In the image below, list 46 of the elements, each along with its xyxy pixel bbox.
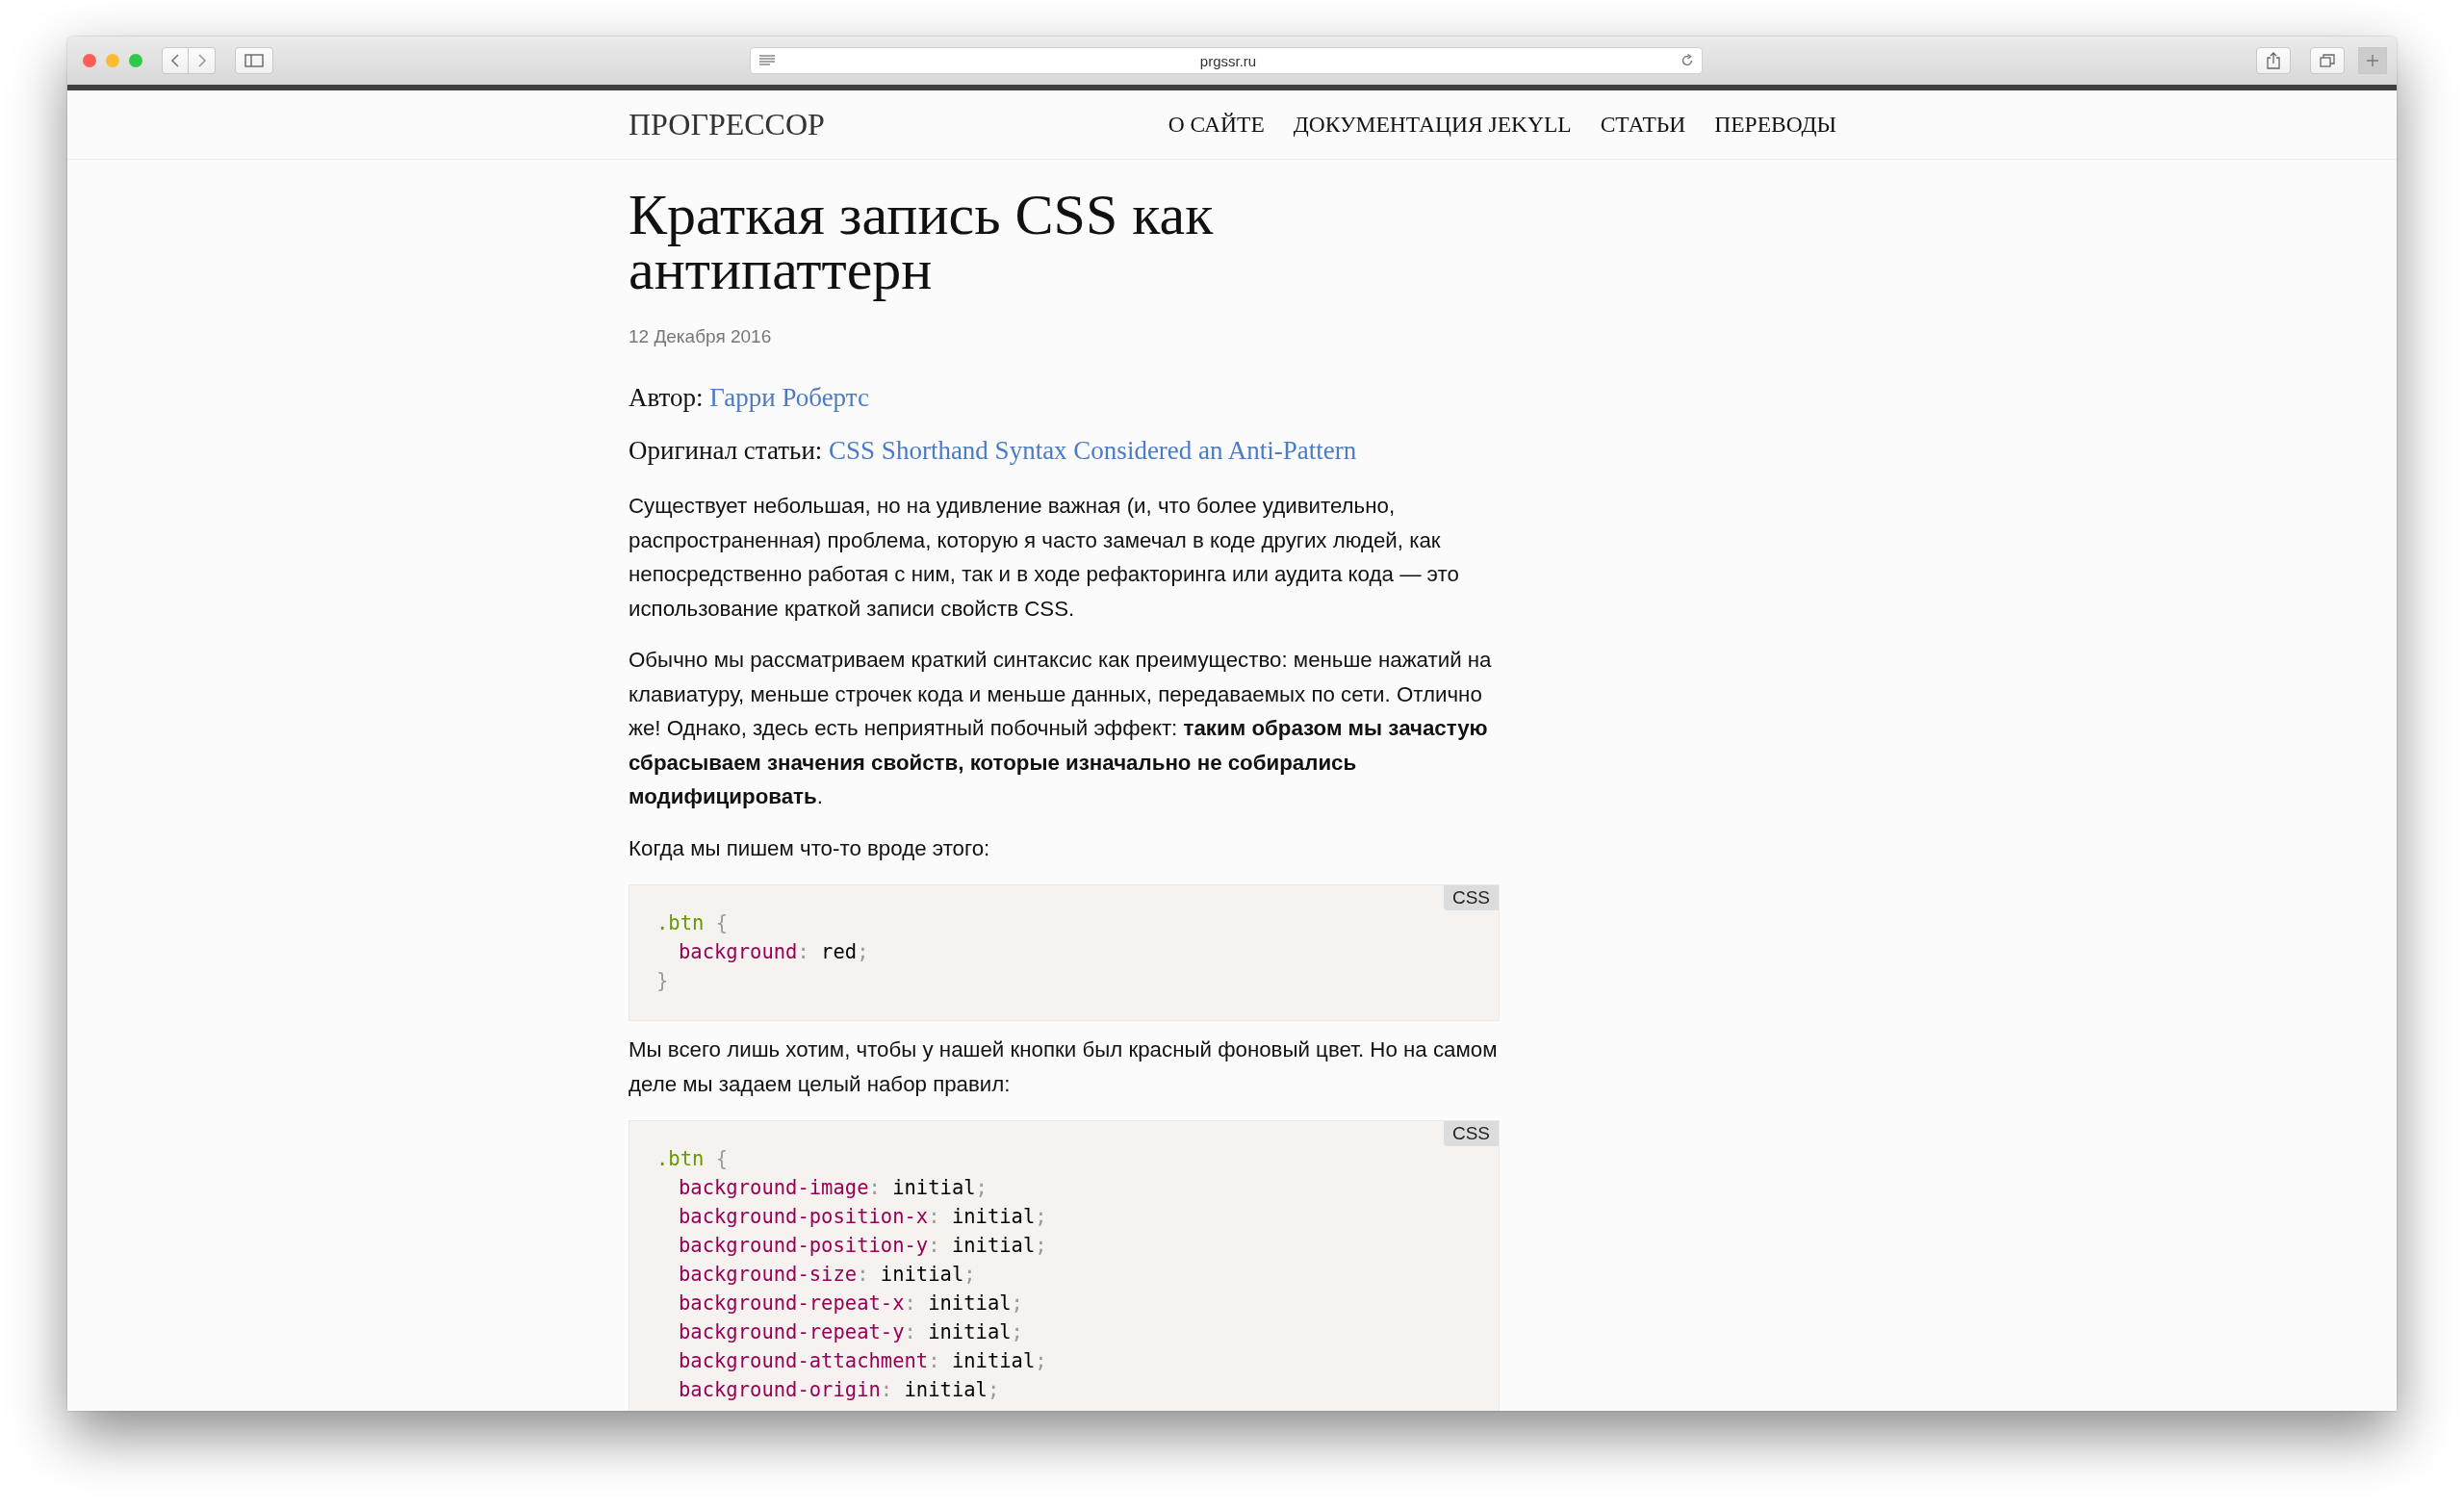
article-date: 12 Декабря 2016: [629, 326, 773, 347]
back-button[interactable]: [162, 47, 189, 74]
code-line: background: red;: [678, 939, 870, 965]
site-logo[interactable]: ПРОГРЕССОР: [629, 107, 825, 142]
code-line: background-position-x: initial;: [678, 1204, 1048, 1230]
nav-link[interactable]: ПЕРЕВОДЫ: [1714, 112, 1836, 138]
share-icon: [2267, 52, 2280, 69]
forward-button[interactable]: [189, 47, 216, 74]
code-line: background-size: initial;: [678, 1262, 977, 1288]
back-icon: [170, 54, 179, 67]
meta-label: Оригинал статьи:: [629, 436, 823, 465]
nav-link[interactable]: СТАТЬИ: [1600, 112, 1686, 138]
paragraph: Существует небольшая, но на удивление важная (и, что более удивительно, распространенная) проблема, которую я часто замечал в коде других людей, как непосредственно работая с ним, так и в ходе рефакторинга или аудита кода — это использование краткой записи свойств CSS.: [629, 493, 1460, 623]
sidebar-icon: [244, 54, 264, 67]
reader-icon[interactable]: [758, 55, 776, 66]
plus-icon: [2366, 54, 2379, 67]
code-line: background-attachment: initial;: [678, 1348, 1048, 1374]
paragraph: Мы всего лишь хотим, чтобы у нашей кнопки был красный фоновый цвет. Но на самом деле мы задаем целый набор правил:: [629, 1036, 1499, 1098]
paragraph: Обычно мы рассматриваем краткий синтаксис как преимущество: меньше нажатий на клавиатуру, меньше строчек кода и меньше данных, передаваемых по сети. Отлично же! Однако, здесь есть неприятный побочный эффект: таким образом мы зачастую сбрасываем значения свойств, которые изначально не собирались модифицировать.: [629, 647, 1493, 810]
meta-link[interactable]: CSS Shorthand Syntax Considered an Anti-Pattern: [829, 436, 1357, 465]
paragraph: Когда мы пишем что-то вроде этого:: [629, 834, 991, 862]
tabs-icon: [2320, 54, 2335, 67]
code-line: .btn {: [656, 1146, 730, 1172]
address-bar[interactable]: prgssr.ru: [750, 47, 1703, 74]
sidebar-button[interactable]: [235, 47, 273, 74]
meta-label: Автор:: [629, 383, 704, 412]
nav-link[interactable]: О САЙТЕ: [1168, 112, 1265, 138]
nav-link[interactable]: ДОКУМЕНТАЦИЯ JEKYLL: [1293, 112, 1572, 138]
code-line: background-position-y: initial;: [678, 1233, 1048, 1259]
code-line: background-repeat-y: initial;: [678, 1319, 1024, 1345]
zoom-window-button[interactable]: [129, 54, 142, 67]
meta-link[interactable]: Гарри Робертс: [709, 383, 869, 412]
code-line: background-origin: initial;: [678, 1377, 1001, 1403]
close-window-button[interactable]: [83, 54, 96, 67]
tabs-button[interactable]: [2310, 47, 2345, 74]
code-line: background-image: initial;: [678, 1175, 988, 1201]
reload-icon[interactable]: [1681, 54, 1694, 67]
code-line: .btn {: [656, 910, 730, 936]
minimize-window-button[interactable]: [106, 54, 119, 67]
share-button[interactable]: [2256, 47, 2291, 74]
forward-icon: [197, 54, 206, 67]
code-line: }: [656, 968, 670, 994]
language-label: CSS: [1443, 885, 1499, 910]
code-line: background-repeat-x: initial;: [678, 1291, 1024, 1317]
language-label: CSS: [1443, 1121, 1499, 1146]
new-tab-button[interactable]: [2358, 47, 2387, 74]
